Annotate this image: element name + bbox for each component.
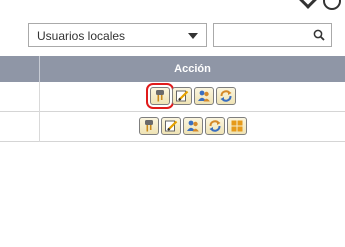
back-icon[interactable] <box>298 0 318 9</box>
edit-icon <box>175 90 188 102</box>
search-input[interactable] <box>216 26 310 44</box>
row-actions <box>40 83 345 109</box>
row-actions <box>40 117 345 137</box>
key-icon <box>144 120 153 132</box>
user-scope-select[interactable]: Usuarios locales <box>28 23 207 47</box>
table-row <box>0 112 345 142</box>
grid-button[interactable] <box>226 117 247 135</box>
search-box[interactable] <box>213 23 332 47</box>
user-scope-value: Usuarios locales <box>37 29 126 43</box>
chevron-down-icon <box>188 33 198 39</box>
refresh-button[interactable] <box>204 117 225 135</box>
password-key-button[interactable] <box>138 117 159 135</box>
search-icon[interactable] <box>313 29 325 41</box>
refresh-button[interactable] <box>215 87 236 105</box>
group-members-button[interactable] <box>193 87 214 105</box>
edit-button[interactable] <box>171 87 192 105</box>
help-icon[interactable] <box>323 0 341 10</box>
page: Usuarios locales Acción <box>0 0 345 247</box>
key-icon <box>155 90 164 102</box>
users-icon <box>197 90 210 102</box>
refresh-icon <box>220 90 231 102</box>
users-icon <box>186 120 199 132</box>
edit-icon <box>164 120 177 132</box>
password-key-button[interactable] <box>145 83 174 109</box>
group-members-button[interactable] <box>182 117 203 135</box>
table-header: Acción <box>0 56 345 82</box>
table-row <box>0 82 345 112</box>
edit-button[interactable] <box>160 117 181 135</box>
refresh-icon <box>209 120 220 132</box>
grid-icon <box>231 120 242 132</box>
top-right-toolbar <box>298 0 341 10</box>
action-column-header: Acción <box>174 63 211 75</box>
